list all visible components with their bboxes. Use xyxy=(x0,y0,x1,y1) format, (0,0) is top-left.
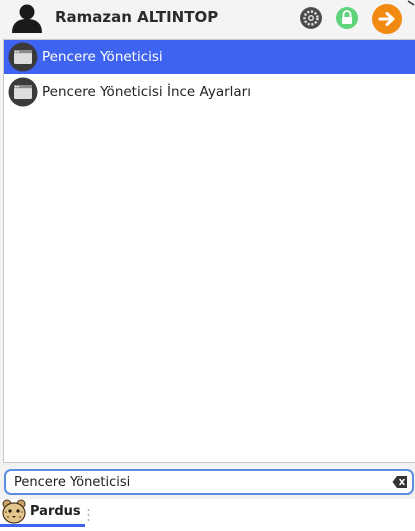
search-results-list: Pencere Yöneticisi Pencere Yöneticisi İn… xyxy=(3,39,415,463)
logout-arrow-icon xyxy=(378,12,395,26)
lock-button[interactable] xyxy=(336,7,358,29)
backspace-clear-icon[interactable] xyxy=(392,475,408,489)
result-item-ince-ayarlar[interactable]: Pencere Yöneticisi İnce Ayarları xyxy=(4,75,415,109)
search-box[interactable] xyxy=(4,469,414,495)
pardus-menu-button[interactable]: Pardus xyxy=(0,499,85,527)
logout-button[interactable] xyxy=(372,4,402,34)
result-label: Pencere Yöneticisi İnce Ayarları xyxy=(42,84,251,100)
window-app-icon xyxy=(8,77,38,107)
pardus-menu-label: Pardus xyxy=(30,504,81,519)
window-app-icon xyxy=(8,42,38,72)
settings-button[interactable] xyxy=(300,7,322,29)
taskbar-separator xyxy=(87,509,90,521)
result-item-pencere-yoneticisi[interactable]: Pencere Yöneticisi xyxy=(4,40,415,74)
pardus-leopard-icon xyxy=(2,499,26,524)
taskbar: Pardus xyxy=(0,499,415,531)
lock-icon xyxy=(342,10,352,24)
result-label: Pencere Yöneticisi xyxy=(42,49,163,65)
user-avatar-icon xyxy=(12,4,42,33)
user-name: Ramazan ALTINTOP xyxy=(55,8,219,26)
settings-icon xyxy=(301,8,321,28)
corner-resize-mark xyxy=(407,0,415,6)
launcher-header: Ramazan ALTINTOP xyxy=(0,0,415,38)
search-input[interactable] xyxy=(14,473,384,491)
